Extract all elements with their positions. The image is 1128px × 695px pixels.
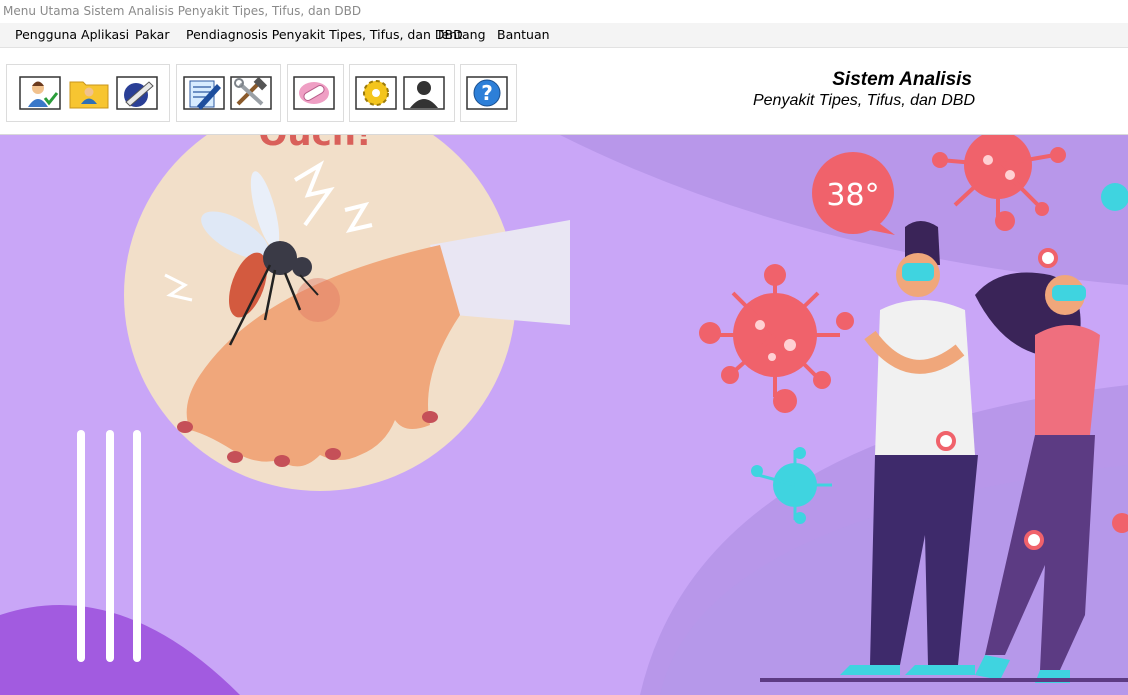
menu-pendiagnosis[interactable]: Pendiagnosis Penyakit Tipes, Tifus, dan … xyxy=(186,27,463,42)
window-title: Menu Utama Sistem Analisis Penyakit Tipe… xyxy=(3,4,362,18)
svg-text:?: ? xyxy=(481,81,493,105)
banner-illustration: Ouch! xyxy=(0,135,1128,695)
ouch-text: Ouch! xyxy=(259,135,372,154)
gear-icon xyxy=(355,76,397,110)
gear-button[interactable] xyxy=(355,76,397,110)
pen-globe-icon xyxy=(116,76,158,110)
banner-svg: Ouch! xyxy=(0,135,1128,695)
pill-icon xyxy=(293,76,335,110)
decor-line xyxy=(77,430,85,662)
menu-bantuan[interactable]: Bantuan xyxy=(497,27,550,42)
toolbar: ? Sistem Analisis Penyakit Tipes, Tifus,… xyxy=(0,54,1128,135)
help-icon: ? xyxy=(466,76,508,110)
person-silhouette-icon xyxy=(403,76,445,110)
help-button[interactable]: ? xyxy=(466,76,508,110)
pen-globe-button[interactable] xyxy=(116,76,158,110)
toolbar-group-tools xyxy=(176,64,281,122)
toolbar-group-settings xyxy=(349,64,455,122)
svg-text:38°: 38° xyxy=(826,178,879,213)
user-check-icon xyxy=(19,76,61,110)
app-brand-subtitle: Penyakit Tipes, Tifus, dan DBD xyxy=(752,92,975,109)
window-titlebar: Menu Utama Sistem Analisis Penyakit Tipe… xyxy=(0,0,1128,22)
user-check-button[interactable] xyxy=(19,76,61,110)
menu-tentang[interactable]: Tentang xyxy=(436,27,486,42)
user-folder-icon xyxy=(69,81,109,109)
tools-button[interactable] xyxy=(230,76,272,110)
menu-bar: Pengguna Aplikasi Pakar Pendiagnosis Pen… xyxy=(0,23,1128,48)
tools-icon xyxy=(230,76,272,110)
menu-pengguna-aplikasi[interactable]: Pengguna Aplikasi xyxy=(15,27,129,42)
person-button[interactable] xyxy=(403,76,445,110)
toolbar-group-help: ? xyxy=(460,64,517,122)
user-folder-button[interactable] xyxy=(68,76,110,110)
menu-pakar[interactable]: Pakar xyxy=(135,27,169,42)
notepad-pen-button[interactable] xyxy=(183,76,225,110)
toolbar-group-users xyxy=(6,64,170,122)
decor-line xyxy=(106,430,114,662)
pill-button[interactable] xyxy=(293,76,335,110)
notepad-pen-icon xyxy=(183,76,225,110)
decor-line xyxy=(133,430,141,662)
app-brand-title: Sistem Analisis xyxy=(832,69,972,90)
toolbar-group-medicine xyxy=(287,64,344,122)
